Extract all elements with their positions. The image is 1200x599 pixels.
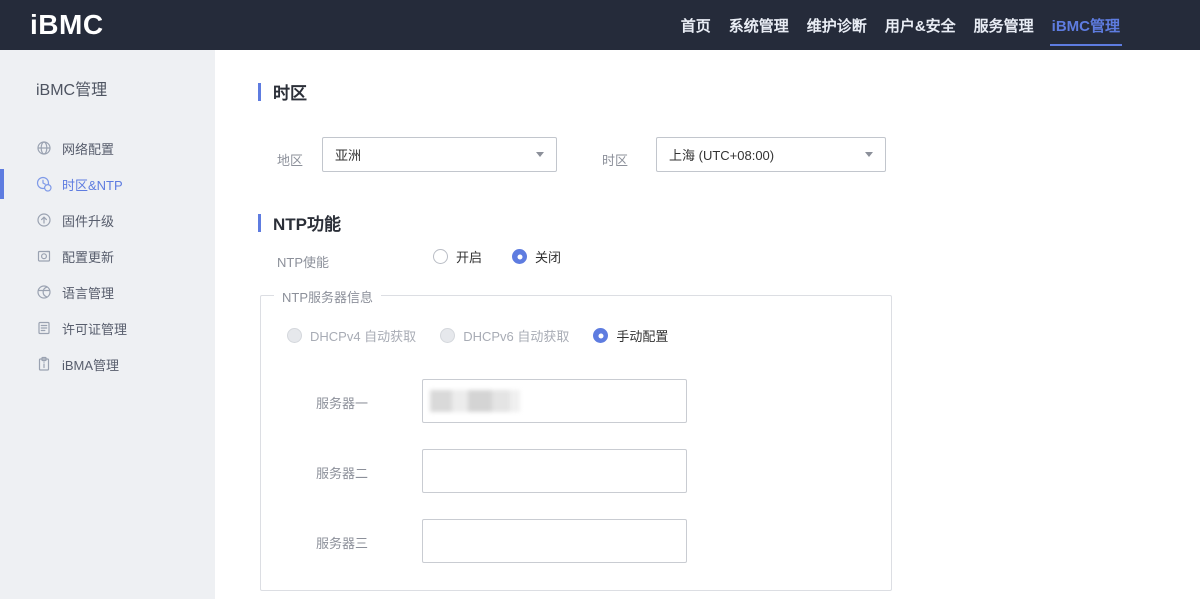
radio-disabled-icon	[287, 328, 302, 343]
language-icon	[35, 284, 52, 301]
sidebar-title: iBMC管理	[36, 76, 215, 100]
sidebar-item-network-config[interactable]: 网络配置	[0, 130, 215, 166]
sidebar-item-ibma-management[interactable]: iBMA管理	[0, 346, 215, 382]
radio-manual-config[interactable]: 手动配置	[593, 326, 668, 345]
chevron-down-icon	[536, 152, 544, 157]
region-select[interactable]: 亚洲	[322, 137, 557, 172]
top-header: iBMC 首页 系统管理 维护诊断 用户&安全 服务管理 iBMC管理	[0, 0, 1200, 50]
nav-user-security[interactable]: 用户&安全	[885, 0, 956, 50]
radio-ntp-off[interactable]: 关闭	[512, 247, 561, 266]
top-nav: 首页 系统管理 维护诊断 用户&安全 服务管理 iBMC管理	[681, 0, 1120, 50]
sidebar-item-label: 固件升级	[62, 211, 114, 230]
sidebar-item-language-management[interactable]: 语言管理	[0, 274, 215, 310]
radio-label: 手动配置	[616, 326, 668, 345]
sidebar-item-license-management[interactable]: 许可证管理	[0, 310, 215, 346]
radio-dhcpv6-auto[interactable]: DHCPv6 自动获取	[440, 326, 569, 345]
radio-ntp-on[interactable]: 开启	[433, 247, 482, 266]
config-update-icon	[35, 248, 52, 265]
radio-label: 关闭	[535, 247, 561, 266]
section-title-text: NTP功能	[273, 210, 341, 235]
upgrade-icon	[35, 212, 52, 229]
sidebar-item-label: iBMA管理	[62, 355, 119, 374]
main-content: 时区 地区 亚洲 时区 上海 (UTC+08:00) NTP功能 NTP使能 开…	[215, 50, 1200, 599]
sidebar-item-label: 许可证管理	[62, 319, 127, 338]
accent-bar	[258, 83, 261, 101]
nav-system-management[interactable]: 系统管理	[729, 0, 789, 50]
radio-label: DHCPv6 自动获取	[463, 326, 569, 345]
server-two-label: 服务器二	[316, 463, 368, 482]
radio-selected-icon	[512, 249, 527, 264]
ntp-section-title: NTP功能	[258, 210, 341, 235]
radio-label: DHCPv4 自动获取	[310, 326, 416, 345]
ntp-enable-label: NTP使能	[277, 252, 329, 271]
ntp-enable-radio-group: 开启 关闭	[433, 247, 561, 266]
nav-service-management[interactable]: 服务管理	[974, 0, 1034, 50]
radio-dhcpv4-auto[interactable]: DHCPv4 自动获取	[287, 326, 416, 345]
timezone-section-title: 时区	[258, 79, 307, 104]
server-three-input[interactable]	[422, 519, 687, 563]
region-select-value: 亚洲	[335, 145, 361, 164]
sidebar-item-label: 语言管理	[62, 283, 114, 302]
server-one-input[interactable]	[422, 379, 687, 423]
server-three-label: 服务器三	[316, 533, 368, 552]
section-title-text: 时区	[273, 79, 307, 104]
radio-disabled-icon	[440, 328, 455, 343]
server-two-field	[422, 449, 687, 493]
sidebar-item-firmware-upgrade[interactable]: 固件升级	[0, 202, 215, 238]
screen: iBMC 首页 系统管理 维护诊断 用户&安全 服务管理 iBMC管理 iBMC…	[0, 0, 1200, 599]
radio-icon	[433, 249, 448, 264]
accent-bar	[258, 214, 261, 232]
ntp-server-mode-radio-group: DHCPv4 自动获取 DHCPv6 自动获取 手动配置	[287, 326, 668, 345]
nav-home[interactable]: 首页	[681, 0, 711, 50]
clock-icon	[35, 176, 52, 193]
timezone-label: 时区	[602, 150, 628, 169]
server-three-field	[422, 519, 687, 563]
sidebar-item-timezone-ntp[interactable]: 时区&NTP	[0, 166, 215, 202]
sidebar: iBMC管理 网络配置 时区&NTP 固件升级	[0, 50, 215, 599]
sidebar-item-config-update[interactable]: 配置更新	[0, 238, 215, 274]
nav-maintenance-diagnostics[interactable]: 维护诊断	[807, 0, 867, 50]
server-one-field	[422, 379, 687, 423]
chevron-down-icon	[865, 152, 873, 157]
radio-label: 开启	[456, 247, 482, 266]
timezone-select[interactable]: 上海 (UTC+08:00)	[656, 137, 886, 172]
server-one-label: 服务器一	[316, 393, 368, 412]
server-two-input[interactable]	[422, 449, 687, 493]
network-icon	[35, 140, 52, 157]
sidebar-menu: 网络配置 时区&NTP 固件升级 配置更新	[0, 130, 215, 382]
ntp-server-group: NTP服务器信息 DHCPv4 自动获取 DHCPv6 自动获取 手动配置 服务…	[260, 295, 892, 591]
nav-ibmc-management[interactable]: iBMC管理	[1052, 0, 1120, 50]
clipboard-icon	[35, 356, 52, 373]
timezone-select-value: 上海 (UTC+08:00)	[669, 145, 774, 164]
sidebar-item-label: 时区&NTP	[62, 175, 123, 194]
radio-selected-icon	[593, 328, 608, 343]
ibmc-logo: iBMC	[30, 9, 104, 41]
region-label: 地区	[277, 150, 303, 169]
ntp-server-group-legend: NTP服务器信息	[274, 287, 381, 306]
sidebar-item-label: 配置更新	[62, 247, 114, 266]
sidebar-item-label: 网络配置	[62, 139, 114, 158]
license-icon	[35, 320, 52, 337]
